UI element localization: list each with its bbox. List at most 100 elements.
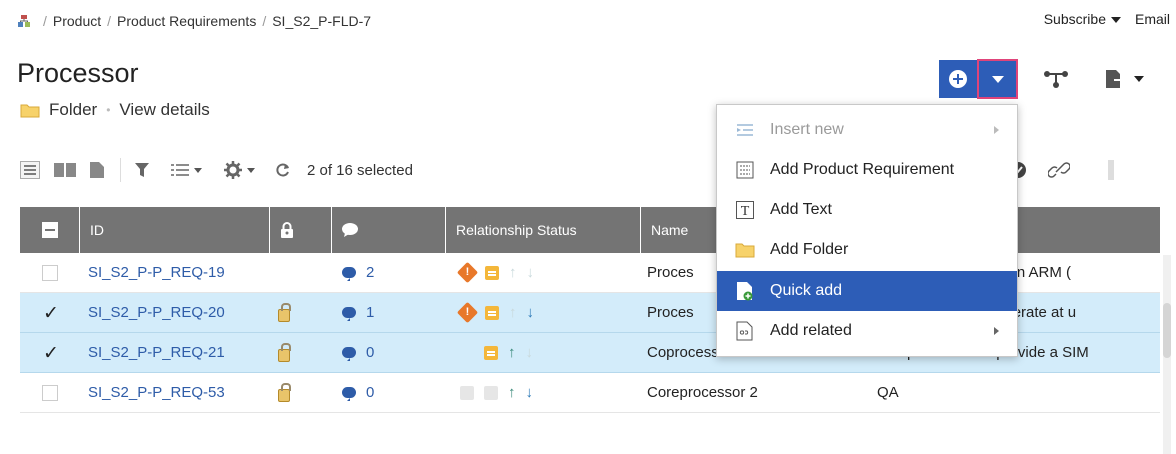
downstream-icon[interactable]: ↓ [526,345,534,360]
lock-icon [278,302,291,322]
row-description: QA [877,384,899,401]
create-dropdown-button[interactable] [977,59,1018,99]
document-icon[interactable] [485,265,499,280]
row-select-cell[interactable] [20,373,80,413]
row-id[interactable]: SI_S2_P-P_REQ-21 [80,333,270,373]
scrollbar-thumb[interactable] [1163,303,1171,358]
row-relationship-status: ↑ ↓ [446,333,641,373]
columns-button[interactable] [171,156,202,184]
column-lock[interactable] [270,207,332,253]
status-placeholder-icon [484,385,498,400]
upstream-icon[interactable]: ↑ [508,385,516,400]
downstream-icon[interactable]: ↓ [527,305,535,320]
gear-icon [224,161,242,179]
breadcrumb-product-requirements[interactable]: Product Requirements [117,13,256,29]
list-icon [20,161,40,179]
menu-item-label: Add related [770,322,852,339]
column-id[interactable]: ID [80,207,270,253]
row-lock-cell [270,293,332,333]
column-name-label: Name [651,222,689,238]
more-actions-button[interactable] [1106,156,1116,184]
upstream-icon[interactable]: ↑ [508,345,516,360]
warning-icon[interactable]: ! [456,261,479,284]
row-id[interactable]: SI_S2_P-P_REQ-53 [80,373,270,413]
row-id[interactable]: SI_S2_P-P_REQ-19 [80,253,270,293]
table-row[interactable]: SI_S2_P-P_REQ-53 0 ↑ ↓ Coreprocessor 2 Q… [20,373,1160,413]
filter-button[interactable] [135,156,149,184]
comment-icon [342,347,356,361]
upstream-icon[interactable]: ↑ [509,265,517,280]
chevron-down-icon [194,167,202,173]
downstream-icon[interactable]: ↓ [526,385,534,400]
settings-button[interactable] [224,156,255,184]
menu-item-add-product-requirement[interactable]: Add Product Requirement [717,150,1017,190]
list-view-button[interactable] [20,156,40,184]
chevron-down-icon [1134,76,1144,82]
folder-icon [20,103,40,118]
subscribe-button[interactable]: Subscribe [1044,11,1121,27]
toolbar-right-actions [1010,155,1116,185]
menu-item-label: Insert new [770,121,844,138]
svg-text:T: T [741,204,750,219]
menu-item-add-related[interactable]: Add related [717,311,1017,351]
column-comments[interactable] [332,207,446,253]
export-button[interactable] [1104,64,1144,94]
comment-count: 2 [366,264,375,281]
document-icon[interactable] [484,345,498,360]
row-select-cell[interactable] [20,333,80,373]
page-title: Processor [17,58,139,88]
document-view-button[interactable] [90,156,104,184]
row-select-cell[interactable] [20,253,80,293]
view-toolbar: 2 of 16 selected [20,155,413,185]
row-id[interactable]: SI_S2_P-P_REQ-20 [80,293,270,333]
downstream-icon[interactable]: ↓ [527,265,535,280]
lock-icon [278,382,291,402]
row-select-cell[interactable] [20,293,80,333]
filter-icon [135,163,149,177]
menu-item-insert-new: Insert new [717,110,1017,150]
column-relationship-status[interactable]: Relationship Status [446,207,641,253]
breadcrumb-current: SI_S2_P-FLD-7 [272,13,372,29]
row-comments[interactable]: 0 [332,333,446,373]
document-icon[interactable] [485,305,499,320]
row-comments[interactable]: 0 [332,373,446,413]
menu-item-add-text[interactable]: T Add Text [717,190,1017,230]
document-icon [90,162,104,178]
row-checkbox-checked[interactable] [42,342,59,365]
warning-icon[interactable]: ! [456,301,479,324]
table-scrollbar[interactable] [1163,255,1171,454]
create-button[interactable] [939,60,977,98]
breadcrumb-separator: / [107,13,112,29]
project-icon[interactable] [17,14,31,28]
item-type-line: Folder • View details [20,100,210,120]
lock-icon [281,222,293,238]
refresh-button[interactable] [275,156,291,184]
menu-item-quick-add[interactable]: Quick add [717,271,1017,311]
email-button[interactable]: Email [1135,11,1170,27]
export-icon [1106,70,1126,88]
menu-item-add-folder[interactable]: Add Folder [717,230,1017,270]
grid-view-button[interactable] [54,156,76,184]
row-checkbox[interactable] [42,264,58,281]
upstream-icon[interactable]: ↑ [509,305,517,320]
row-comments[interactable]: 1 [332,293,446,333]
select-all-header[interactable] [20,207,80,253]
status-placeholder-icon [460,346,474,360]
comment-icon [342,307,356,321]
breadcrumb: / Product / Product Requirements / SI_S2… [17,11,371,31]
text-icon: T [734,199,756,221]
select-all-checkbox[interactable] [41,222,58,238]
item-type: Folder [49,100,98,119]
row-comments[interactable]: 2 [332,253,446,293]
breadcrumb-product[interactable]: Product [53,13,101,29]
create-menu: Insert new Add Product Requirement T Add… [716,104,1018,357]
view-details-link[interactable]: View details [119,100,209,120]
comment-count: 1 [366,304,375,321]
chevron-down-icon [247,167,255,173]
row-checkbox[interactable] [42,384,58,401]
row-checkbox-checked[interactable] [42,302,59,325]
link-button[interactable] [1048,156,1070,184]
column-relationship-label: Relationship Status [456,222,577,238]
relationships-graph-button[interactable] [1044,64,1068,94]
breadcrumb-separator: / [43,13,47,29]
